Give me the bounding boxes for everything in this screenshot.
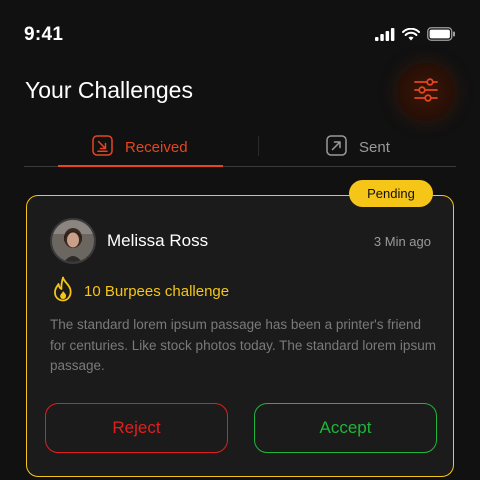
active-tab-indicator — [58, 165, 223, 167]
status-bar: 9:41 — [0, 0, 480, 70]
arrow-down-right-icon — [92, 134, 113, 160]
status-icons — [375, 27, 456, 46]
tab-bar: Received Sent — [24, 128, 456, 168]
status-badge: Pending — [349, 180, 433, 207]
tab-received[interactable]: Received — [92, 128, 188, 166]
challenge-title: 10 Burpees challenge — [84, 282, 230, 300]
timestamp: 3 Min ago — [373, 234, 431, 249]
avatar[interactable] — [50, 218, 96, 264]
tab-received-label: Received — [125, 138, 188, 156]
challenge-title-row: 10 Burpees challenge — [52, 276, 229, 306]
accept-button[interactable]: Accept — [254, 403, 437, 453]
arrow-up-right-icon — [326, 134, 347, 160]
wifi-icon — [402, 27, 420, 46]
challenges-screen: 9:41 Your Challenges Received Sent Pendi… — [0, 0, 480, 480]
user-name: Melissa Ross — [107, 231, 209, 250]
reject-button[interactable]: Reject — [45, 403, 228, 453]
tab-sent-label: Sent — [359, 138, 390, 156]
tab-sent[interactable]: Sent — [326, 128, 390, 166]
challenge-description: The standard lorem ipsum passage has bee… — [50, 317, 436, 373]
tab-divider — [258, 136, 259, 156]
flame-icon — [52, 276, 74, 306]
page-title: Your Challenges — [25, 77, 193, 103]
signal-icon — [375, 27, 395, 46]
filter-button[interactable] — [397, 63, 455, 121]
sliders-icon — [413, 77, 439, 108]
battery-icon — [427, 27, 456, 46]
status-time: 9:41 — [24, 24, 64, 45]
